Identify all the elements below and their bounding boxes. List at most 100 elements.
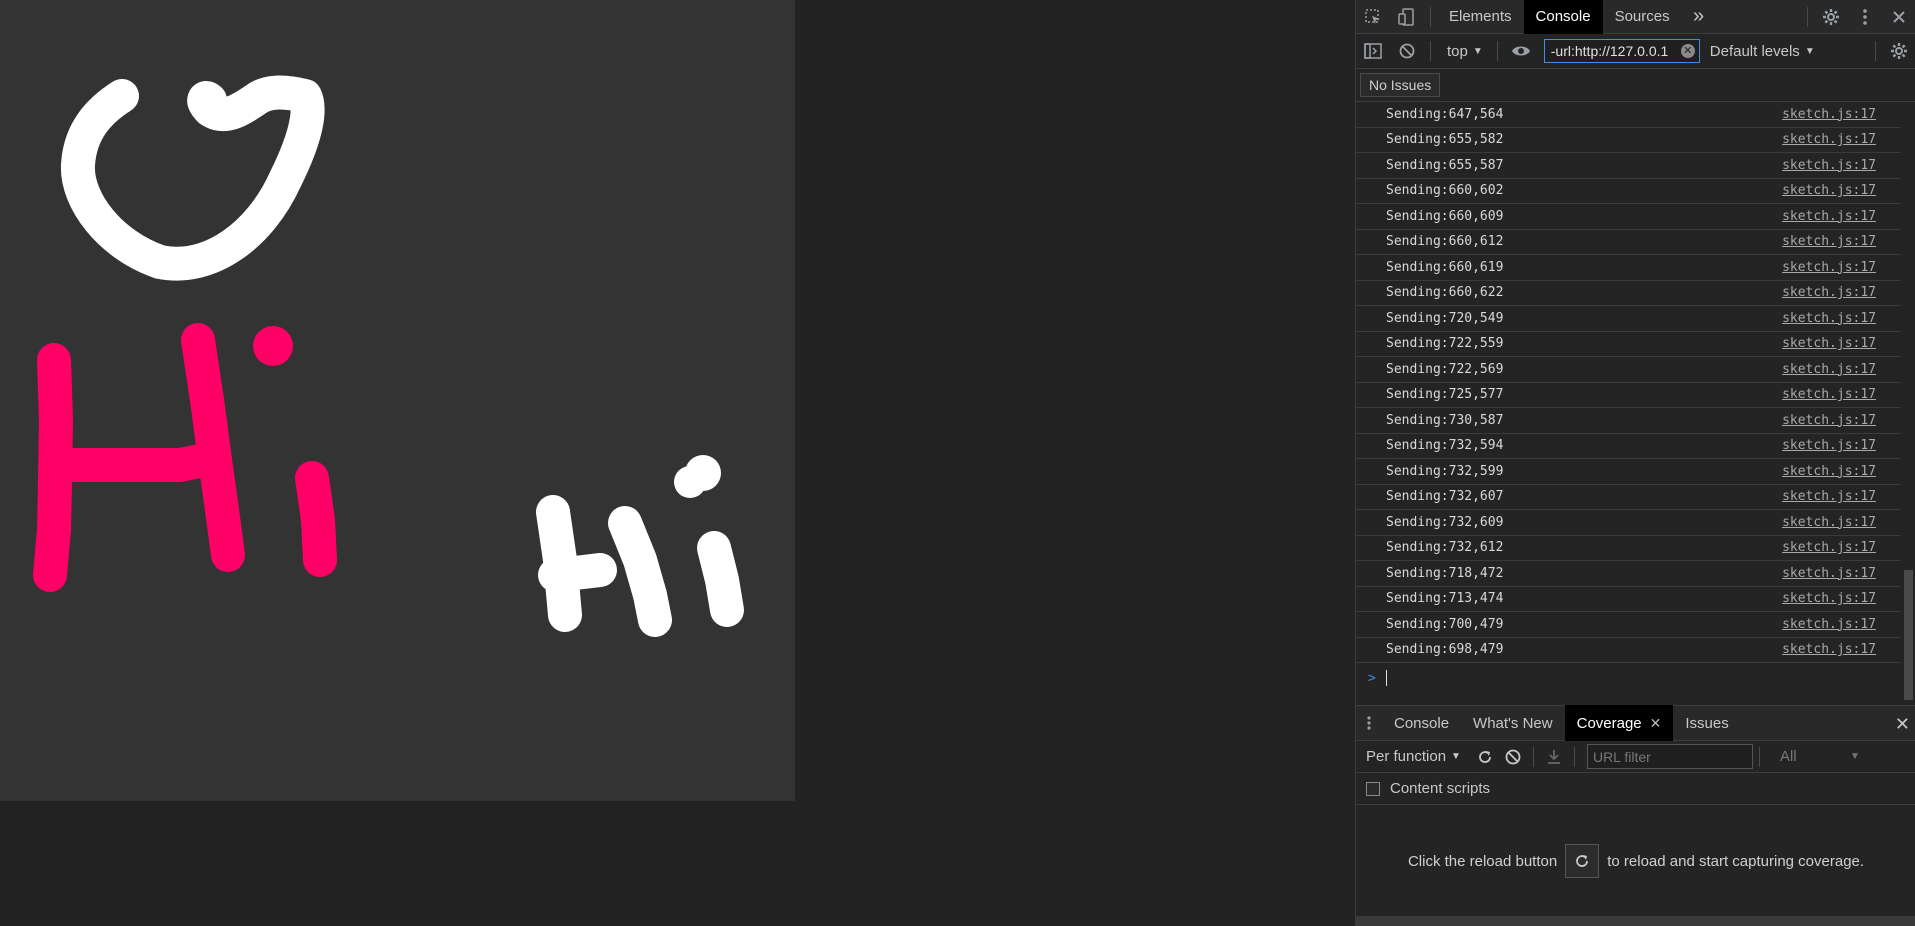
log-source-link[interactable]: sketch.js:17 bbox=[1782, 566, 1901, 581]
log-source-link[interactable]: sketch.js:17 bbox=[1782, 209, 1901, 224]
console-log-row: Sending:732,607 sketch.js:17 bbox=[1356, 485, 1901, 510]
log-source-link[interactable]: sketch.js:17 bbox=[1782, 336, 1901, 351]
log-message: Sending:720,549 bbox=[1386, 310, 1504, 326]
log-message: Sending:647,564 bbox=[1386, 106, 1504, 122]
log-message: Sending:660,612 bbox=[1386, 234, 1504, 250]
settings-gear-icon[interactable] bbox=[1814, 0, 1848, 34]
console-scroll-thumb[interactable] bbox=[1904, 570, 1913, 700]
clear-console-icon[interactable] bbox=[1390, 34, 1424, 68]
log-message: Sending:700,479 bbox=[1386, 616, 1504, 632]
export-download-icon[interactable] bbox=[1540, 740, 1568, 774]
drawer-tab-bar: Console What's New Coverage ✕ Issues ✕ bbox=[1356, 705, 1915, 741]
tab-sources[interactable]: Sources bbox=[1603, 0, 1682, 34]
log-source-link[interactable]: sketch.js:17 bbox=[1782, 234, 1901, 249]
log-source-link[interactable]: sketch.js:17 bbox=[1782, 515, 1901, 530]
log-source-link[interactable]: sketch.js:17 bbox=[1782, 387, 1901, 402]
console-filter-input[interactable]: -url:http://127.0.0.1 ✕ bbox=[1543, 39, 1700, 63]
url-filter-input[interactable] bbox=[1586, 744, 1753, 769]
clear-filter-icon[interactable]: ✕ bbox=[1680, 44, 1695, 58]
log-source-link[interactable]: sketch.js:17 bbox=[1782, 438, 1901, 453]
tab-console[interactable]: Console bbox=[1523, 0, 1603, 34]
log-source-link[interactable]: sketch.js:17 bbox=[1782, 107, 1901, 122]
pink-i-stem-stroke bbox=[295, 461, 337, 577]
console-toolbar: top ▼ -url:http://127.0.0.1 ✕ Default le… bbox=[1356, 34, 1915, 69]
log-message: Sending:698,479 bbox=[1386, 642, 1504, 658]
inspect-element-icon[interactable] bbox=[1356, 0, 1390, 34]
toolbar-divider bbox=[1758, 746, 1760, 767]
content-scripts-checkbox[interactable] bbox=[1366, 781, 1380, 796]
close-tab-icon[interactable]: ✕ bbox=[1650, 715, 1662, 732]
context-select-value: top bbox=[1447, 42, 1468, 60]
console-log-row: Sending:725,577 sketch.js:17 bbox=[1356, 383, 1901, 408]
drawer-tab-issues[interactable]: Issues bbox=[1673, 705, 1740, 741]
log-message: Sending:660,602 bbox=[1386, 183, 1504, 199]
device-toolbar-icon[interactable] bbox=[1390, 0, 1424, 34]
drawer-menu-icon[interactable] bbox=[1356, 706, 1382, 740]
log-levels-value: Default levels bbox=[1709, 42, 1800, 60]
drawer-tab-console[interactable]: Console bbox=[1382, 705, 1461, 741]
live-expression-eye-icon[interactable] bbox=[1504, 34, 1538, 68]
log-message: Sending:730,587 bbox=[1386, 412, 1504, 428]
console-log-row: Sending:660,619 sketch.js:17 bbox=[1356, 255, 1901, 281]
sketch-canvas[interactable] bbox=[0, 0, 795, 801]
log-message: Sending:655,587 bbox=[1386, 157, 1504, 173]
pink-h-bar-stroke bbox=[41, 443, 222, 482]
log-source-link[interactable]: sketch.js:17 bbox=[1782, 489, 1901, 504]
log-source-link[interactable]: sketch.js:17 bbox=[1782, 362, 1901, 377]
log-source-link[interactable]: sketch.js:17 bbox=[1782, 464, 1901, 479]
console-log-row: Sending:660,602 sketch.js:17 bbox=[1356, 179, 1901, 204]
sidebar-toggle-icon[interactable] bbox=[1356, 34, 1390, 68]
reload-coverage-button[interactable] bbox=[1565, 844, 1600, 878]
console-log-row: Sending:660,609 sketch.js:17 bbox=[1356, 204, 1901, 230]
console-filter-value: -url:http://127.0.0.1 bbox=[1550, 43, 1669, 59]
close-drawer-icon[interactable]: ✕ bbox=[1895, 706, 1910, 742]
console-log-row: Sending:655,587 sketch.js:17 bbox=[1356, 153, 1901, 179]
kebab-menu-icon[interactable] bbox=[1848, 0, 1882, 34]
no-issues-button[interactable]: No Issues bbox=[1360, 73, 1441, 97]
page-viewport bbox=[0, 0, 1355, 926]
console-log-row: Sending:647,564 sketch.js:17 bbox=[1356, 102, 1901, 128]
console-log[interactable]: Sending:647,564 sketch.js:17 Sending:655,5… bbox=[1356, 102, 1901, 704]
prompt-chevron-icon: > bbox=[1368, 670, 1376, 686]
log-source-link[interactable]: sketch.js:17 bbox=[1782, 260, 1901, 275]
log-source-link[interactable]: sketch.js:17 bbox=[1782, 132, 1901, 147]
drawer-tab-whats-new[interactable]: What's New bbox=[1461, 705, 1565, 741]
white-h-arc-stroke bbox=[538, 553, 617, 592]
console-log-row: Sending:720,549 sketch.js:17 bbox=[1356, 306, 1901, 332]
log-source-link[interactable]: sketch.js:17 bbox=[1782, 591, 1901, 606]
console-scrollbar[interactable] bbox=[1901, 102, 1915, 704]
toolbar-divider bbox=[1573, 746, 1575, 767]
coverage-type-select[interactable]: All ▼ bbox=[1780, 748, 1860, 765]
coverage-granularity-select[interactable]: Per function ▼ bbox=[1356, 748, 1461, 765]
console-settings-gear-icon[interactable] bbox=[1882, 34, 1915, 68]
clear-coverage-icon[interactable] bbox=[1499, 740, 1527, 774]
log-source-link[interactable]: sketch.js:17 bbox=[1782, 413, 1901, 428]
console-log-row: Sending:732,612 sketch.js:17 bbox=[1356, 536, 1901, 561]
more-tabs-icon[interactable]: » bbox=[1682, 0, 1716, 34]
console-prompt[interactable]: > bbox=[1356, 663, 1901, 693]
context-select[interactable]: top ▼ bbox=[1437, 43, 1491, 60]
log-source-link[interactable]: sketch.js:17 bbox=[1782, 285, 1901, 300]
log-source-link[interactable]: sketch.js:17 bbox=[1782, 183, 1901, 198]
log-levels-select[interactable]: Default levels ▼ bbox=[1710, 43, 1815, 60]
drawer-tab-coverage[interactable]: Coverage ✕ bbox=[1564, 705, 1674, 741]
console-log-row: Sending:698,479 sketch.js:17 bbox=[1356, 638, 1901, 663]
reload-icon[interactable] bbox=[1471, 740, 1499, 774]
log-source-link[interactable]: sketch.js:17 bbox=[1782, 617, 1901, 632]
log-source-link[interactable]: sketch.js:17 bbox=[1782, 642, 1901, 657]
type-select-value: All bbox=[1779, 748, 1797, 765]
white-i-dot-2 bbox=[674, 466, 706, 498]
log-source-link[interactable]: sketch.js:17 bbox=[1782, 158, 1901, 173]
log-source-link[interactable]: sketch.js:17 bbox=[1782, 540, 1901, 555]
log-message: Sending:732,599 bbox=[1386, 463, 1504, 479]
log-message: Sending:660,619 bbox=[1386, 259, 1504, 275]
log-source-link[interactable]: sketch.js:17 bbox=[1782, 311, 1901, 326]
log-message: Sending:722,559 bbox=[1386, 336, 1504, 352]
tab-elements[interactable]: Elements bbox=[1437, 0, 1524, 34]
close-devtools-icon[interactable] bbox=[1882, 0, 1915, 34]
console-log-row: Sending:718,472 sketch.js:17 bbox=[1356, 561, 1901, 587]
console-log-row: Sending:660,612 sketch.js:17 bbox=[1356, 230, 1901, 255]
log-message: Sending:655,582 bbox=[1386, 132, 1504, 148]
content-scripts-row: Content scripts bbox=[1356, 773, 1915, 805]
drawer-tab-label: What's New bbox=[1473, 714, 1553, 732]
